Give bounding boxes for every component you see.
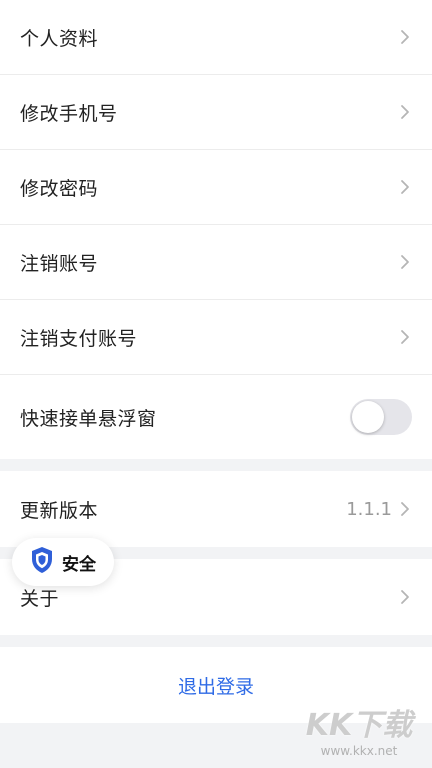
menu-item-profile[interactable]: 个人资料	[0, 0, 432, 75]
menu-item-label: 修改密码	[20, 177, 99, 200]
security-badge[interactable]: 安全	[12, 538, 114, 586]
menu-item-cancel-account[interactable]: 注销账号	[0, 225, 432, 300]
menu-item-float-window: 快速接单悬浮窗	[0, 375, 432, 459]
section-divider	[0, 459, 432, 471]
menu-item-change-phone[interactable]: 修改手机号	[0, 75, 432, 150]
menu-item-label: 个人资料	[20, 27, 99, 50]
account-settings-group: 个人资料 修改手机号 修改密码 注销账号 注销支付账号 快速接单悬浮窗	[0, 0, 432, 459]
float-window-toggle[interactable]	[350, 399, 412, 435]
chevron-right-icon	[398, 30, 412, 44]
menu-item-label: 修改手机号	[20, 102, 118, 125]
chevron-right-icon	[398, 502, 412, 516]
section-divider	[0, 635, 432, 647]
logout-button[interactable]: 退出登录	[178, 672, 254, 699]
chevron-right-icon	[398, 590, 412, 604]
shield-icon	[30, 546, 54, 578]
watermark: KK下载 www.kkx.net	[294, 708, 424, 764]
menu-item-label: 关于	[20, 587, 60, 610]
menu-item-label: 快速接单悬浮窗	[20, 407, 157, 430]
chevron-right-icon	[398, 105, 412, 119]
menu-item-cancel-payment-account[interactable]: 注销支付账号	[0, 300, 432, 375]
update-group: 更新版本 1.1.1	[0, 471, 432, 547]
toggle-knob	[352, 401, 384, 433]
menu-item-label: 注销账号	[20, 252, 99, 275]
menu-item-update-version[interactable]: 更新版本 1.1.1	[0, 471, 432, 547]
security-badge-label: 安全	[62, 554, 96, 575]
chevron-right-icon	[398, 180, 412, 194]
chevron-right-icon	[398, 330, 412, 344]
chevron-right-icon	[398, 255, 412, 269]
menu-item-label: 注销支付账号	[20, 327, 138, 350]
menu-item-label: 更新版本	[20, 499, 99, 522]
version-value: 1.1.1	[346, 498, 392, 520]
watermark-url: www.kkx.net	[320, 744, 398, 758]
settings-screen: 个人资料 修改手机号 修改密码 注销账号 注销支付账号 快速接单悬浮窗 更新版本…	[0, 0, 432, 768]
watermark-logo: KK下载	[305, 708, 413, 743]
menu-item-change-password[interactable]: 修改密码	[0, 150, 432, 225]
